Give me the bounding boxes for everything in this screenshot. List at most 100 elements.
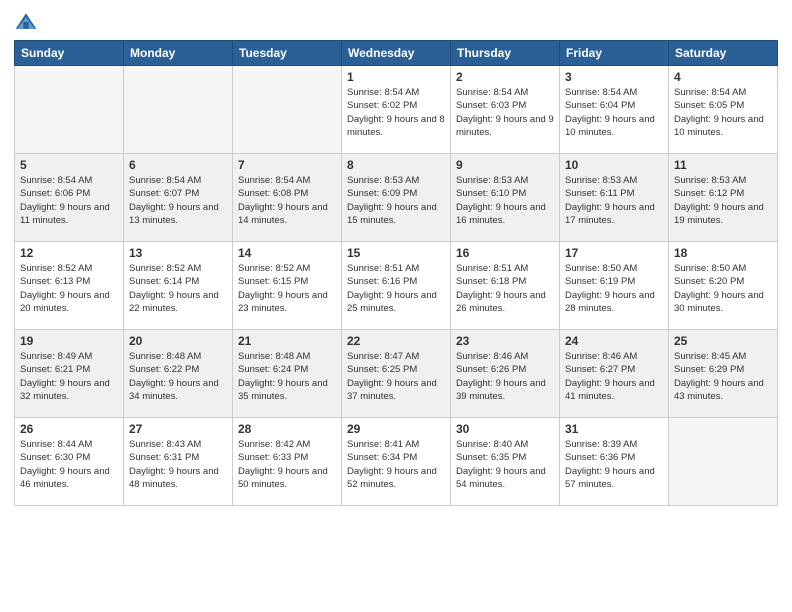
day-number: 19 [20, 334, 118, 348]
calendar-cell: 4 Sunrise: 8:54 AM Sunset: 6:05 PM Daylig… [669, 66, 778, 154]
day-info: Sunrise: 8:47 AM Sunset: 6:25 PM Dayligh… [347, 350, 445, 403]
weekday-header: Wednesday [342, 41, 451, 66]
day-info: Sunrise: 8:54 AM Sunset: 6:03 PM Dayligh… [456, 86, 554, 139]
day-info: Sunrise: 8:53 AM Sunset: 6:10 PM Dayligh… [456, 174, 554, 227]
day-info: Sunrise: 8:52 AM Sunset: 6:13 PM Dayligh… [20, 262, 118, 315]
day-number: 11 [674, 158, 772, 172]
day-info: Sunrise: 8:50 AM Sunset: 6:19 PM Dayligh… [565, 262, 663, 315]
day-number: 4 [674, 70, 772, 84]
calendar-cell: 20Sunrise: 8:48 AM Sunset: 6:22 PM Dayli… [124, 330, 233, 418]
day-info: Sunrise: 8:53 AM Sunset: 6:11 PM Dayligh… [565, 174, 663, 227]
calendar-cell: 18 Sunrise: 8:50 AM Sunset: 6:20 PM Dayli… [669, 242, 778, 330]
day-number: 6 [129, 158, 227, 172]
calendar-cell: 14 Sunrise: 8:52 AM Sunset: 6:15 PM Dayli… [233, 242, 342, 330]
page: SundayMondayTuesdayWednesdayThursdayFrid… [0, 0, 792, 612]
day-info: Sunrise: 8:54 AM Sunset: 6:07 PM Dayligh… [129, 174, 227, 227]
day-info: Sunrise: 8:54 AM Sunset: 6:05 PM Dayligh… [674, 86, 772, 139]
calendar-cell: 11Sunrise: 8:53 AM Sunset: 6:12 PM Dayli… [669, 154, 778, 242]
day-number: 28 [238, 422, 336, 436]
day-number: 13 [129, 246, 227, 260]
day-info: Sunrise: 8:48 AM Sunset: 6:22 PM Dayligh… [129, 350, 227, 403]
calendar-week-row: 5 Sunrise: 8:54 AM Sunset: 6:06 PM Daylig… [15, 154, 778, 242]
day-info: Sunrise: 8:43 AM Sunset: 6:31 PM Dayligh… [129, 438, 227, 491]
calendar-cell: 5 Sunrise: 8:54 AM Sunset: 6:06 PM Daylig… [15, 154, 124, 242]
day-info: Sunrise: 8:52 AM Sunset: 6:15 PM Dayligh… [238, 262, 336, 315]
day-number: 26 [20, 422, 118, 436]
day-number: 5 [20, 158, 118, 172]
day-number: 29 [347, 422, 445, 436]
logo [14, 10, 42, 34]
calendar-cell: 8 Sunrise: 8:53 AM Sunset: 6:09 PM Daylig… [342, 154, 451, 242]
calendar-week-row: 26 Sunrise: 8:44 AM Sunset: 6:30 PM Dayli… [15, 418, 778, 506]
day-info: Sunrise: 8:54 AM Sunset: 6:04 PM Dayligh… [565, 86, 663, 139]
calendar-cell: 28 Sunrise: 8:42 AM Sunset: 6:33 PM Dayli… [233, 418, 342, 506]
calendar-cell: 21 Sunrise: 8:48 AM Sunset: 6:24 PM Dayli… [233, 330, 342, 418]
calendar-cell: 31 Sunrise: 8:39 AM Sunset: 6:36 PM Dayli… [560, 418, 669, 506]
day-info: Sunrise: 8:51 AM Sunset: 6:16 PM Dayligh… [347, 262, 445, 315]
day-number: 12 [20, 246, 118, 260]
day-number: 21 [238, 334, 336, 348]
day-number: 14 [238, 246, 336, 260]
day-number: 1 [347, 70, 445, 84]
day-info: Sunrise: 8:46 AM Sunset: 6:27 PM Dayligh… [565, 350, 663, 403]
calendar-cell: 29 Sunrise: 8:41 AM Sunset: 6:34 PM Dayli… [342, 418, 451, 506]
calendar-cell: 17Sunrise: 8:50 AM Sunset: 6:19 PM Dayli… [560, 242, 669, 330]
calendar-cell: 10 Sunrise: 8:53 AM Sunset: 6:11 PM Dayli… [560, 154, 669, 242]
calendar-cell: 13 Sunrise: 8:52 AM Sunset: 6:14 PM Dayli… [124, 242, 233, 330]
day-info: Sunrise: 8:53 AM Sunset: 6:09 PM Dayligh… [347, 174, 445, 227]
day-number: 10 [565, 158, 663, 172]
header [14, 10, 778, 34]
calendar-cell: 25Sunrise: 8:45 AM Sunset: 6:29 PM Dayli… [669, 330, 778, 418]
day-info: Sunrise: 8:42 AM Sunset: 6:33 PM Dayligh… [238, 438, 336, 491]
day-number: 18 [674, 246, 772, 260]
day-number: 27 [129, 422, 227, 436]
day-info: Sunrise: 8:54 AM Sunset: 6:06 PM Dayligh… [20, 174, 118, 227]
calendar-cell: 1 Sunrise: 8:54 AM Sunset: 6:02 PM Daylig… [342, 66, 451, 154]
day-number: 3 [565, 70, 663, 84]
calendar-cell: 27 Sunrise: 8:43 AM Sunset: 6:31 PM Dayli… [124, 418, 233, 506]
day-info: Sunrise: 8:52 AM Sunset: 6:14 PM Dayligh… [129, 262, 227, 315]
day-info: Sunrise: 8:44 AM Sunset: 6:30 PM Dayligh… [20, 438, 118, 491]
calendar-cell: 16Sunrise: 8:51 AM Sunset: 6:18 PM Dayli… [451, 242, 560, 330]
calendar-cell [233, 66, 342, 154]
day-number: 31 [565, 422, 663, 436]
calendar-table: SundayMondayTuesdayWednesdayThursdayFrid… [14, 40, 778, 506]
calendar-week-row: 1 Sunrise: 8:54 AM Sunset: 6:02 PM Daylig… [15, 66, 778, 154]
calendar-cell: 6 Sunrise: 8:54 AM Sunset: 6:07 PM Daylig… [124, 154, 233, 242]
weekday-header: Saturday [669, 41, 778, 66]
weekday-header: Monday [124, 41, 233, 66]
calendar-cell [669, 418, 778, 506]
calendar-cell: 19Sunrise: 8:49 AM Sunset: 6:21 PM Dayli… [15, 330, 124, 418]
day-info: Sunrise: 8:50 AM Sunset: 6:20 PM Dayligh… [674, 262, 772, 315]
weekday-header: Friday [560, 41, 669, 66]
day-info: Sunrise: 8:51 AM Sunset: 6:18 PM Dayligh… [456, 262, 554, 315]
calendar-cell: 2 Sunrise: 8:54 AM Sunset: 6:03 PM Daylig… [451, 66, 560, 154]
calendar-cell: 26 Sunrise: 8:44 AM Sunset: 6:30 PM Dayli… [15, 418, 124, 506]
weekday-header: Tuesday [233, 41, 342, 66]
day-number: 2 [456, 70, 554, 84]
day-info: Sunrise: 8:39 AM Sunset: 6:36 PM Dayligh… [565, 438, 663, 491]
day-info: Sunrise: 8:54 AM Sunset: 6:08 PM Dayligh… [238, 174, 336, 227]
day-number: 25 [674, 334, 772, 348]
day-info: Sunrise: 8:54 AM Sunset: 6:02 PM Dayligh… [347, 86, 445, 139]
calendar-week-row: 19Sunrise: 8:49 AM Sunset: 6:21 PM Dayli… [15, 330, 778, 418]
calendar-cell: 3 Sunrise: 8:54 AM Sunset: 6:04 PM Daylig… [560, 66, 669, 154]
day-info: Sunrise: 8:40 AM Sunset: 6:35 PM Dayligh… [456, 438, 554, 491]
day-number: 9 [456, 158, 554, 172]
calendar-cell: 15 Sunrise: 8:51 AM Sunset: 6:16 PM Dayli… [342, 242, 451, 330]
weekday-header-row: SundayMondayTuesdayWednesdayThursdayFrid… [15, 41, 778, 66]
calendar-cell: 30Sunrise: 8:40 AM Sunset: 6:35 PM Dayli… [451, 418, 560, 506]
calendar-week-row: 12 Sunrise: 8:52 AM Sunset: 6:13 PM Dayli… [15, 242, 778, 330]
logo-icon [14, 10, 38, 34]
day-number: 15 [347, 246, 445, 260]
day-info: Sunrise: 8:48 AM Sunset: 6:24 PM Dayligh… [238, 350, 336, 403]
day-number: 24 [565, 334, 663, 348]
day-info: Sunrise: 8:41 AM Sunset: 6:34 PM Dayligh… [347, 438, 445, 491]
calendar-cell [124, 66, 233, 154]
calendar-cell: 12 Sunrise: 8:52 AM Sunset: 6:13 PM Dayli… [15, 242, 124, 330]
day-number: 22 [347, 334, 445, 348]
calendar-cell: 23Sunrise: 8:46 AM Sunset: 6:26 PM Dayli… [451, 330, 560, 418]
day-number: 8 [347, 158, 445, 172]
calendar-cell [15, 66, 124, 154]
calendar-cell: 24 Sunrise: 8:46 AM Sunset: 6:27 PM Dayli… [560, 330, 669, 418]
